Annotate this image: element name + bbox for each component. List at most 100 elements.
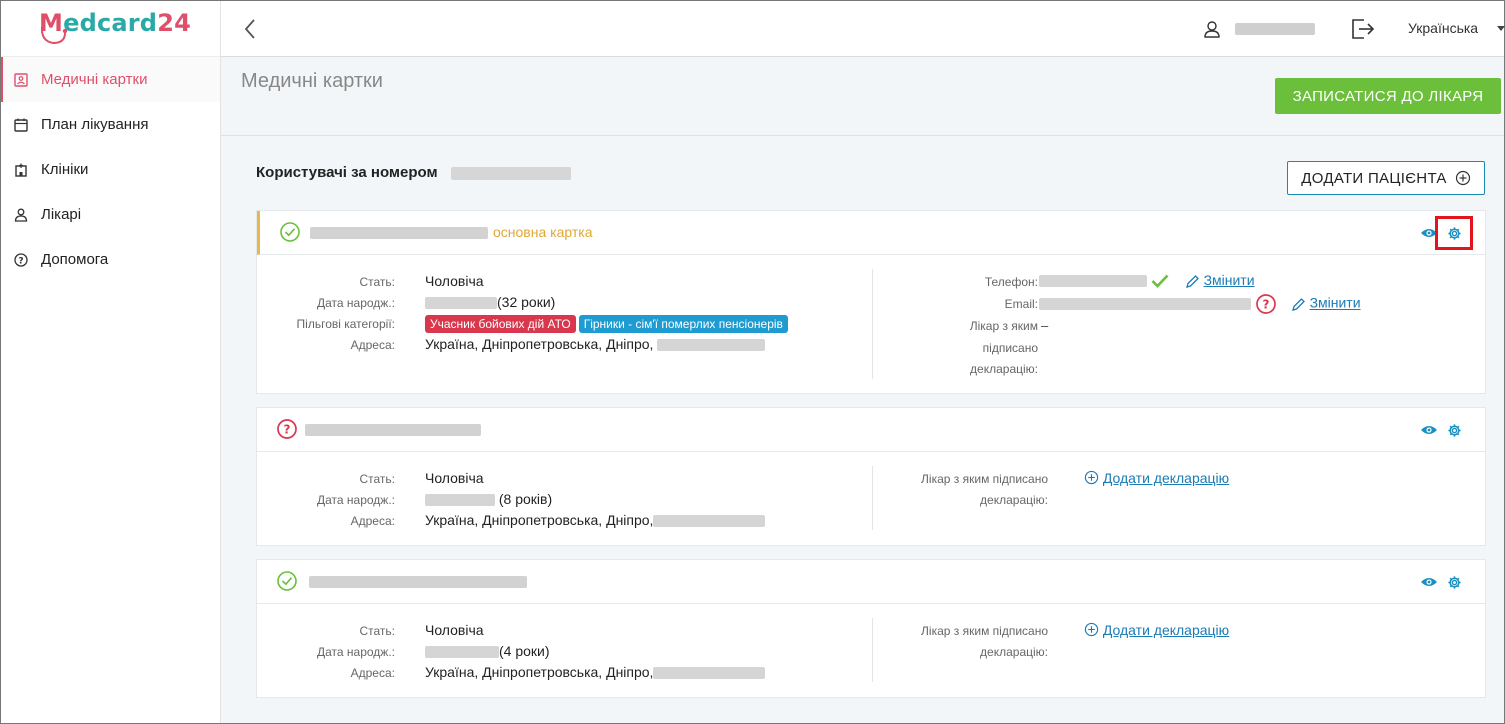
sidebar-item-help[interactable]: ? Допомога <box>1 237 220 282</box>
user-name-redacted[interactable] <box>1235 23 1315 35</box>
settings-gear-icon[interactable] <box>1435 413 1473 447</box>
address-label: Адреса: <box>350 666 395 680</box>
hospital-icon <box>13 162 29 178</box>
patient-name-redacted <box>309 576 527 588</box>
sidebar-item-label: Допомога <box>41 251 109 268</box>
sidebar-item-label: Лікарі <box>41 206 82 223</box>
birthdate-value: (4 роки) <box>425 643 550 659</box>
language-select[interactable]: Українська <box>1408 20 1478 36</box>
verified-check-icon <box>1151 274 1169 289</box>
gender-value: Чоловіча <box>425 470 484 486</box>
question-circle-icon: ? <box>276 418 298 445</box>
card-header <box>257 560 1485 604</box>
book-doctor-button[interactable]: ЗАПИСАТИСЯ ДО ЛІКАРЯ <box>1275 78 1501 114</box>
sidebar-item-doctors[interactable]: Лікарі <box>1 192 220 237</box>
plus-circle-icon <box>1455 170 1470 186</box>
svg-text:?: ? <box>284 423 291 437</box>
unverified-question-icon: ? <box>1256 294 1276 314</box>
patient-card: Стать: Чоловіча Дата народж.: (4 роки) А… <box>256 559 1486 698</box>
age-text: (32 роки) <box>497 294 556 310</box>
benefit-tag: Гірники - сім'ї померлих пенсіонерів <box>578 315 788 333</box>
add-declaration-link[interactable]: Додати декларацію <box>1103 470 1229 486</box>
svg-text:?: ? <box>1262 298 1269 312</box>
email-redacted <box>1039 298 1251 310</box>
patient-name-redacted <box>305 424 481 436</box>
plus-circle-icon[interactable] <box>1084 622 1099 637</box>
birthdate-redacted <box>425 646 499 659</box>
phone-value: Змінити <box>1039 272 1255 289</box>
doctor-signed-label-line2: декларацію: <box>980 645 1048 659</box>
address-redacted <box>653 515 766 528</box>
birthdate-redacted <box>425 297 497 310</box>
birthdate-value: (8 років) <box>425 491 552 507</box>
gender-label: Стать: <box>359 275 395 289</box>
patient-card-main: основна картка Стать: Чоловіча Дата наро… <box>256 210 1486 394</box>
doctor-declaration-label-line3: декларацію: <box>970 362 1038 376</box>
age-text: (8 років) <box>498 491 553 507</box>
main-card-badge: основна картка <box>493 224 593 240</box>
address-value: Україна, Дніпропетровська, Дніпро, <box>425 336 766 352</box>
age-text: (4 роки) <box>499 643 550 659</box>
chevron-down-icon[interactable] <box>1497 26 1505 31</box>
address-label: Адреса: <box>350 338 395 352</box>
add-declaration-link[interactable]: Додати декларацію <box>1103 622 1229 638</box>
plus-circle-icon[interactable] <box>1084 470 1099 485</box>
sidebar-item-medical-cards[interactable]: Медичні картки <box>1 57 220 102</box>
sidebar-item-label: План лікування <box>41 116 149 133</box>
phone-redacted <box>1039 275 1147 288</box>
birthdate-label: Дата народж.: <box>317 645 395 659</box>
stethoscope-icon <box>40 26 68 45</box>
sidebar-item-treatment-plan[interactable]: План лікування <box>1 102 220 147</box>
card-header: основна картка <box>257 211 1485 255</box>
sidebar-nav: Медичні картки План лікування Клініки Лі… <box>1 57 220 282</box>
benefits-label: Пільгові категорії: <box>296 317 395 331</box>
doctor-value: – <box>1041 318 1049 333</box>
birthdate-redacted <box>425 494 495 507</box>
email-value: ? Змінити <box>1039 293 1361 315</box>
medcard24-logo[interactable]: Medcard24 <box>39 5 191 49</box>
address-label: Адреса: <box>350 514 395 528</box>
check-circle-icon <box>279 221 301 248</box>
back-chevron-icon[interactable] <box>243 18 259 40</box>
card-body: Стать: Чоловіча Дата народж.: (8 років) … <box>257 452 1485 545</box>
birthdate-label: Дата народж.: <box>317 296 395 310</box>
user-icon[interactable] <box>1203 20 1221 43</box>
address-text: Україна, Дніпропетровська, Дніпро, <box>425 336 654 352</box>
doctor-signed-label-line1: Лікар з яким підписано <box>921 624 1048 638</box>
gender-value: Чоловіча <box>425 273 484 289</box>
pencil-icon[interactable] <box>1185 274 1200 289</box>
help-circle-icon: ? <box>13 252 29 268</box>
email-label: Email: <box>1004 297 1038 311</box>
address-redacted <box>657 339 766 352</box>
settings-gear-icon[interactable] <box>1435 565 1473 599</box>
page-title: Медичні картки <box>241 70 383 92</box>
settings-gear-icon[interactable] <box>1435 216 1473 250</box>
benefits-tags: Учасник бойових дій АТО Гірники - сім'ї п… <box>425 315 791 333</box>
address-value: Україна, Дніпропетровська, Дніпро, <box>425 664 766 680</box>
page-header: Медичні картки ЗАПИСАТИСЯ ДО ЛІКАРЯ <box>221 57 1504 136</box>
logout-icon[interactable] <box>1351 18 1375 45</box>
section-title: Користувачі за номером <box>256 164 438 181</box>
pencil-icon[interactable] <box>1291 297 1306 312</box>
svg-text:?: ? <box>18 256 23 266</box>
check-circle-icon <box>276 570 298 597</box>
edit-email-link[interactable]: Змінити <box>1310 295 1361 311</box>
phone-number-redacted <box>451 167 571 180</box>
birthdate-label: Дата народж.: <box>317 493 395 507</box>
doctor-signed-label-line1: Лікар з яким підписано <box>921 472 1048 486</box>
add-declaration: Додати декларацію <box>1084 622 1229 638</box>
calendar-icon <box>13 117 29 133</box>
address-value: Україна, Дніпропетровська, Дніпро, <box>425 512 766 528</box>
sidebar-item-clinics[interactable]: Клініки <box>1 147 220 192</box>
sidebar-item-label: Медичні картки <box>41 71 148 88</box>
add-patient-label: ДОДАТИ ПАЦІЄНТА <box>1301 169 1447 187</box>
edit-phone-link[interactable]: Змінити <box>1204 272 1255 288</box>
doctor-icon <box>13 207 29 223</box>
benefit-tag: Учасник бойових дій АТО <box>425 315 576 333</box>
top-bar: Українська <box>221 1 1505 57</box>
sidebar: Medcard24 Медичні картки План лікування … <box>1 1 221 723</box>
card-header: ? <box>257 408 1485 452</box>
address-redacted <box>653 667 766 680</box>
add-patient-button[interactable]: ДОДАТИ ПАЦІЄНТА <box>1287 161 1485 195</box>
main-content: Медичні картки ЗАПИСАТИСЯ ДО ЛІКАРЯ Кори… <box>221 57 1504 723</box>
